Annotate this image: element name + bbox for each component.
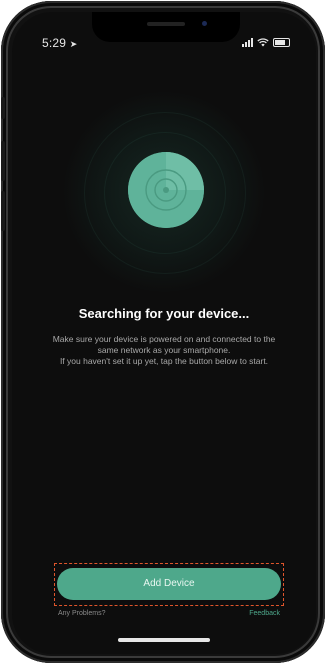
screen: 5:29 ➤ Searching for your device... Make…: [12, 12, 316, 654]
wifi-icon: [257, 38, 269, 47]
volume-up-button: [1, 141, 5, 181]
clock-time: 5:29: [42, 36, 67, 50]
front-camera: [202, 21, 207, 26]
status-bar-time: 5:29 ➤: [42, 36, 77, 50]
description-line: If you haven't set it up yet, tap the bu…: [59, 356, 269, 366]
volume-down-button: [1, 191, 5, 231]
location-arrow-icon: ➤: [69, 39, 78, 49]
speaker-grille: [147, 22, 185, 26]
search-title: Searching for your device...: [78, 306, 250, 321]
cellular-signal-icon: [242, 38, 253, 47]
add-device-button[interactable]: Add Device: [57, 568, 281, 600]
notch: [92, 12, 240, 42]
radar-scan-icon: [128, 152, 204, 228]
description-line: Make sure your device is powered on and …: [52, 334, 276, 355]
battery-icon: [273, 38, 290, 47]
home-indicator[interactable]: [118, 638, 210, 642]
any-problems-link[interactable]: Any Problems?: [58, 610, 105, 617]
mute-switch: [1, 97, 5, 119]
phone-frame: 5:29 ➤ Searching for your device... Make…: [1, 1, 325, 663]
search-description: Make sure your device is powered on and …: [50, 334, 278, 367]
feedback-link[interactable]: Feedback: [249, 610, 280, 617]
status-bar-icons: [242, 38, 290, 47]
